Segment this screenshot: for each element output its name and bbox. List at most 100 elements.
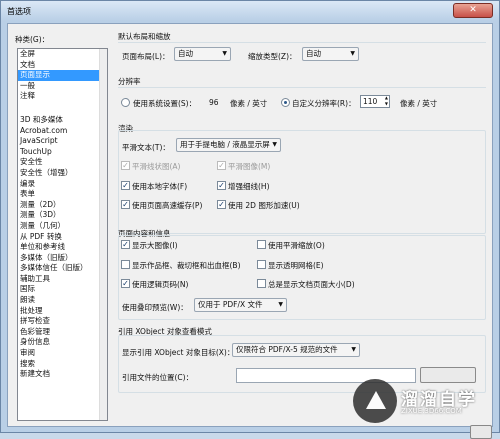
category-item[interactable]: 安全性 (18, 157, 107, 168)
chevron-down-icon: ▼ (278, 301, 283, 308)
category-item[interactable]: 朗读 (18, 295, 107, 306)
category-item[interactable]: 文档 (18, 60, 107, 71)
smooth-zoom-checkbox[interactable] (257, 240, 266, 249)
always-show-doc-size-checkbox[interactable] (257, 279, 266, 288)
use-2d-gpu-label: 使用 2D 图形加速(U) (228, 201, 300, 210)
category-item[interactable]: 审阅 (18, 348, 107, 359)
page-layout-value: 自动 (178, 49, 193, 58)
file-location-label: 引用文件的位置(C)： (122, 373, 194, 382)
preferences-window: 首选项 ✕ 种类(G)： 全屏 文档 页面显示 一般 注释 3D 和多媒体 Acrobat.… (0, 0, 500, 439)
zoom-type-select[interactable]: 自动 ▼ (302, 47, 359, 61)
resolution-divider (118, 87, 486, 88)
close-button[interactable]: ✕ (453, 3, 493, 18)
category-item[interactable]: 测量（几何） (18, 221, 107, 232)
smooth-line-art-label: 平滑线状图(A) (132, 162, 181, 171)
show-transparency-grid-checkbox[interactable] (257, 260, 266, 269)
custom-resolution-unit: 像素 / 英寸 (400, 99, 438, 108)
system-resolution-label: 使用系统设置(S)： (133, 99, 197, 108)
category-item[interactable]: JavaScript (18, 136, 107, 147)
page-layout-select[interactable]: 自动 ▼ (174, 47, 231, 61)
overprint-label: 使用叠印预览(W)： (122, 303, 188, 312)
smooth-text-select[interactable]: 用于手提电脑 / 液晶显示屏 ▼ (176, 138, 281, 152)
category-item[interactable]: 页面显示 (18, 70, 107, 81)
local-fonts-checkbox[interactable]: ✓ (121, 181, 130, 190)
system-resolution-unit: 像素 / 英寸 (230, 99, 268, 108)
xobject-targets-label: 显示引用 XObject 对象目标(X)： (122, 348, 235, 357)
category-item[interactable]: 新建文档 (18, 369, 107, 380)
zoom-type-label: 缩放类型(Z)： (248, 52, 297, 61)
custom-resolution-value: 110 (363, 97, 378, 106)
logical-page-numbers-label: 使用逻辑页码(N) (132, 280, 189, 289)
page-cache-checkbox[interactable]: ✓ (121, 200, 130, 209)
category-item[interactable]: 表单 (18, 189, 107, 200)
layout-zoom-divider (118, 42, 486, 43)
local-fonts-label: 使用本地字体(F) (132, 182, 188, 191)
category-item[interactable]: 色彩管理 (18, 327, 107, 338)
category-item[interactable]: 辅助工具 (18, 274, 107, 285)
category-item[interactable]: 搜索 (18, 359, 107, 370)
category-item[interactable]: 拼写检查 (18, 316, 107, 327)
system-resolution-value: 96 (209, 98, 219, 107)
always-show-doc-size-label: 总是显示文档页面大小(D) (268, 280, 355, 289)
title-bar: 首选项 ✕ (1, 1, 499, 21)
show-large-images-checkbox[interactable]: ✓ (121, 240, 130, 249)
category-item[interactable]: 编录 (18, 179, 107, 190)
category-item[interactable]: 多媒体信任（旧版） (18, 263, 107, 274)
enhance-thin-lines-label: 增强细线(H) (228, 182, 270, 191)
smooth-images-label: 平滑图像(M) (228, 162, 271, 171)
custom-resolution-label: 自定义分辨率(R)： (292, 99, 356, 108)
system-resolution-radio[interactable] (121, 98, 130, 107)
watermark-url: ZIXUE.3D66.COM (401, 407, 462, 415)
show-art-boxes-label: 显示作品框、裁切框和出血框(B) (132, 261, 241, 270)
category-item[interactable]: 测量（3D） (18, 210, 107, 221)
smooth-zoom-label: 使用平滑缩放(O) (268, 241, 325, 250)
show-large-images-label: 显示大图像(I) (132, 241, 178, 250)
category-item[interactable]: 3D 和多媒体 (18, 115, 107, 126)
category-item[interactable]: 从 PDF 转换 (18, 232, 107, 243)
overprint-select[interactable]: 仅用于 PDF/X 文件 ▼ (194, 298, 287, 312)
spinner-arrows-icon[interactable]: ▲ ▼ (385, 95, 388, 107)
xobject-targets-value: 仅限符合 PDF/X-5 规范的文件 (236, 345, 338, 354)
watermark-icon (353, 379, 397, 423)
category-item[interactable]: 安全性（增强） (18, 168, 107, 179)
categories-list[interactable]: 全屏 文档 页面显示 一般 注释 3D 和多媒体 Acrobat.com JavaScript… (17, 48, 108, 421)
resolution-heading: 分辨率 (118, 77, 141, 86)
category-item[interactable]: 单位和参考线 (18, 242, 107, 253)
category-item[interactable]: 全屏 (18, 49, 107, 60)
window-title: 首选项 (7, 7, 31, 16)
category-item[interactable]: 身份信息 (18, 337, 107, 348)
smooth-text-label: 平滑文本(T)： (122, 143, 170, 152)
show-art-boxes-checkbox[interactable] (121, 260, 130, 269)
smooth-images-checkbox[interactable]: ✓ (217, 161, 226, 170)
overprint-value: 仅用于 PDF/X 文件 (198, 300, 263, 309)
category-item[interactable]: TouchUp (18, 147, 107, 158)
xobject-targets-select[interactable]: 仅限符合 PDF/X-5 规范的文件 ▼ (232, 343, 360, 357)
categories-scrollbar[interactable] (99, 49, 107, 420)
zoom-type-value: 自动 (306, 49, 321, 58)
logical-page-numbers-checkbox[interactable]: ✓ (121, 279, 130, 288)
smooth-line-art-checkbox[interactable]: ✓ (121, 161, 130, 170)
custom-resolution-spinner[interactable]: 110 ▲ ▼ (360, 95, 390, 108)
custom-resolution-radio[interactable] (281, 98, 290, 107)
category-item[interactable]: 批处理 (18, 306, 107, 317)
chevron-down-icon: ▼ (351, 346, 356, 353)
category-item[interactable]: 多媒体（旧版） (18, 253, 107, 264)
category-item[interactable]: 测量（2D） (18, 200, 107, 211)
chevron-down-icon: ▼ (222, 50, 227, 57)
categories-label: 种类(G)： (15, 35, 50, 44)
category-item[interactable]: 国际 (18, 284, 107, 295)
category-item[interactable]: Acrobat.com (18, 126, 107, 137)
show-transparency-grid-label: 显示透明网格(E) (268, 261, 324, 270)
enhance-thin-lines-checkbox[interactable]: ✓ (217, 181, 226, 190)
category-spacer (18, 102, 107, 115)
watermark-logo: 溜溜自学 ZIXUE.3D66.COM (353, 379, 495, 429)
chevron-down-icon: ▼ (350, 50, 355, 57)
category-item[interactable]: 一般 (18, 81, 107, 92)
use-2d-gpu-checkbox[interactable]: ✓ (217, 200, 226, 209)
dialog-body: 种类(G)： 全屏 文档 页面显示 一般 注释 3D 和多媒体 Acrobat.com Jav… (7, 23, 493, 439)
page-cache-label: 使用页面高速缓存(P) (132, 201, 203, 210)
page-layout-label: 页面布局(L)： (122, 52, 170, 61)
layout-zoom-heading: 默认布局和缩放 (118, 32, 171, 41)
category-item[interactable]: 注释 (18, 91, 107, 102)
smooth-text-value: 用于手提电脑 / 液晶显示屏 (180, 140, 270, 149)
